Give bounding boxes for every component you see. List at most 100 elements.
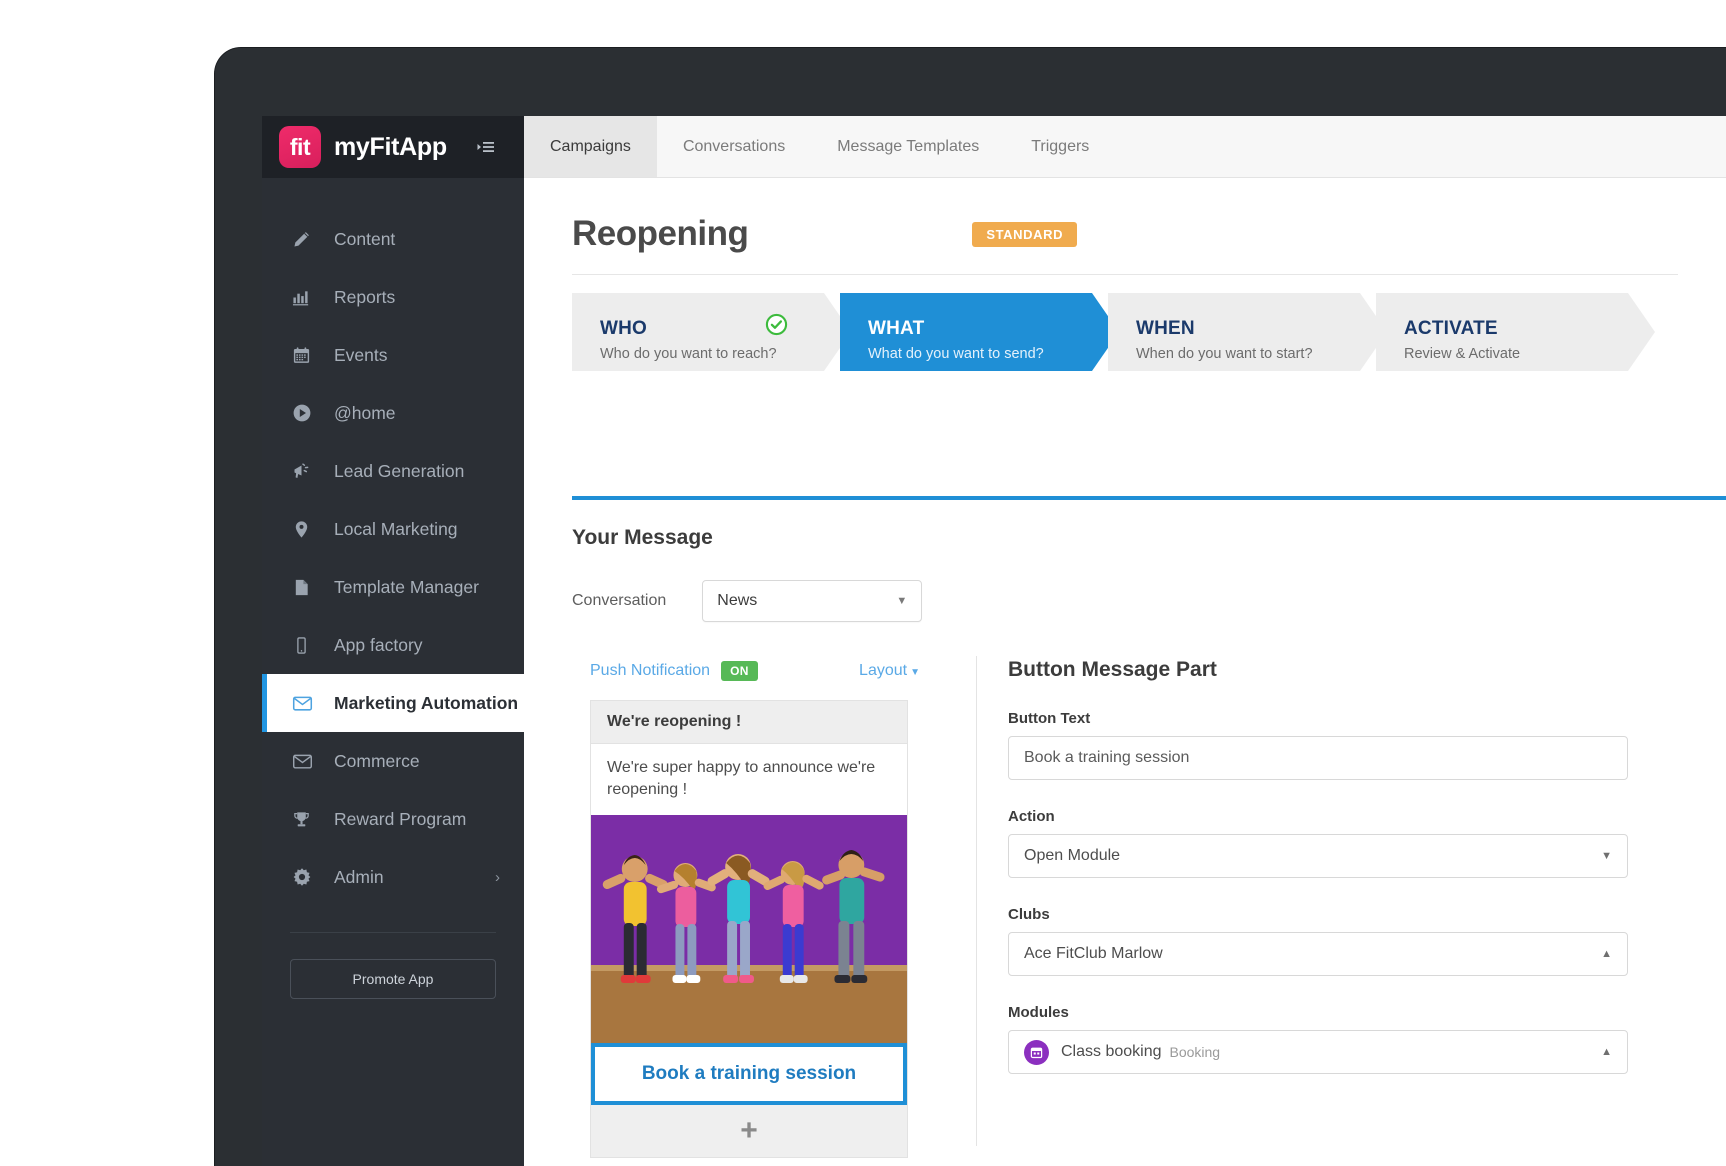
megaphone-icon xyxy=(292,461,320,481)
clubs-select[interactable]: Ace FitClub Marlow ▲ xyxy=(1008,932,1628,976)
field-value: Class booking xyxy=(1061,1043,1162,1060)
sidebar: fit myFitApp Content Reports Events @hom… xyxy=(262,116,524,1166)
sidebar-item-events[interactable]: Events xyxy=(262,326,524,384)
wizard-step-subtitle: Review & Activate xyxy=(1404,345,1521,362)
sidebar-item-label: Lead Generation xyxy=(334,460,465,481)
sidebar-nav: Content Reports Events @home Lead Genera… xyxy=(262,178,524,906)
sidebar-item-label: Commerce xyxy=(334,750,420,771)
sidebar-item-label: App factory xyxy=(334,634,423,655)
envelope-icon xyxy=(292,693,320,714)
action-select[interactable]: Open Module ▼ xyxy=(1008,834,1628,878)
wizard-step-title: WHEN xyxy=(1136,317,1195,339)
field-value: Ace FitClub Marlow xyxy=(1024,945,1163,962)
calendar-icon xyxy=(292,346,320,365)
chevron-up-icon: ▲ xyxy=(1601,948,1612,960)
preview-button-part[interactable]: Book a training session xyxy=(591,1043,907,1106)
field-label: Modules xyxy=(1008,1004,1069,1021)
app-logo: fit xyxy=(279,126,321,168)
wizard-step-subtitle: Who do you want to reach? xyxy=(600,345,777,362)
message-preview-column: Push Notification ON Layout ▼ We're reope… xyxy=(590,656,920,1159)
wizard-step-subtitle: What do you want to send? xyxy=(868,345,1044,362)
chevron-down-icon: ▼ xyxy=(1601,850,1612,862)
modules-select[interactable]: Class booking Booking ▲ xyxy=(1008,1030,1628,1074)
laptop-frame: fit myFitApp Content Reports Events @hom… xyxy=(215,48,1726,1166)
check-circle-icon xyxy=(765,313,788,336)
chevron-right-icon: › xyxy=(495,868,500,886)
wizard-step-subtitle: When do you want to start? xyxy=(1136,345,1313,362)
sidebar-divider xyxy=(290,932,496,933)
chevron-down-icon: ▼ xyxy=(910,667,920,678)
message-part-form: Button Message Part Button Text Book a t… xyxy=(1008,658,1628,1074)
play-circle-icon xyxy=(292,403,320,423)
wizard-progress-bar xyxy=(572,496,1726,500)
sidebar-item-app-factory[interactable]: App factory xyxy=(262,616,524,674)
field-label: Button Text xyxy=(1008,710,1091,727)
add-message-part-button[interactable]: + xyxy=(591,1105,907,1158)
status-badge: STANDARD xyxy=(972,221,1078,247)
laptop-bezel xyxy=(215,48,1726,110)
map-pin-icon xyxy=(292,520,320,539)
sidebar-item-lead-generation[interactable]: Lead Generation xyxy=(262,442,524,500)
envelope-icon xyxy=(292,751,320,772)
sidebar-item-content[interactable]: Content xyxy=(262,210,524,268)
preview-title: We're reopening ! xyxy=(591,701,907,744)
sidebar-item-label: Events xyxy=(334,344,388,365)
conversation-value: News xyxy=(717,592,758,609)
push-notification-label[interactable]: Push Notification xyxy=(590,662,710,680)
mobile-phone-icon xyxy=(292,636,320,655)
tab-triggers[interactable]: Triggers xyxy=(1005,116,1115,177)
field-clubs: Clubs Ace FitClub Marlow ▲ xyxy=(1008,906,1628,976)
sidebar-item-label: Local Marketing xyxy=(334,518,458,539)
conversation-label: Conversation xyxy=(572,592,667,609)
pencil-icon xyxy=(292,230,320,249)
field-label: Action xyxy=(1008,808,1055,825)
column-divider xyxy=(976,656,977,1146)
conversation-select[interactable]: News ▼ xyxy=(702,580,923,622)
message-preview-card: We're reopening ! We're super happy to a… xyxy=(590,700,908,1159)
page-title: Reopening xyxy=(572,214,749,253)
sidebar-item-label: Template Manager xyxy=(334,576,479,597)
gear-icon xyxy=(292,867,320,887)
sidebar-item-label: Content xyxy=(334,228,396,249)
layout-dropdown[interactable]: Layout ▼ xyxy=(859,662,920,680)
sidebar-item-label: Marketing Automation xyxy=(334,692,519,713)
sidebar-item-at-home[interactable]: @home xyxy=(262,384,524,442)
sidebar-item-local-marketing[interactable]: Local Marketing xyxy=(262,500,524,558)
tab-conversations[interactable]: Conversations xyxy=(657,116,811,177)
title-divider xyxy=(572,274,1678,275)
wizard-step-activate[interactable]: ACTIVATE Review & Activate xyxy=(1376,293,1655,371)
sidebar-item-template-manager[interactable]: Template Manager xyxy=(262,558,524,616)
calendar-booking-icon xyxy=(1024,1039,1049,1065)
wizard-step-what[interactable]: WHAT What do you want to send? xyxy=(840,293,1119,371)
form-title: Button Message Part xyxy=(1008,658,1217,681)
field-value-sub: Booking xyxy=(1169,1044,1221,1060)
brand-name: myFitApp xyxy=(334,132,447,161)
your-message-heading: Your Message xyxy=(572,526,713,549)
sidebar-item-marketing-automation[interactable]: Marketing Automation xyxy=(262,674,524,732)
page-header: Reopening STANDARD xyxy=(524,178,1726,254)
sidebar-item-label: @home xyxy=(334,402,396,423)
trophy-icon xyxy=(292,810,320,829)
field-modules: Modules Class booking Booking ▲ xyxy=(1008,1004,1628,1074)
field-action: Action Open Module ▼ xyxy=(1008,808,1628,878)
tab-bar: Campaigns Conversations Message Template… xyxy=(524,116,1726,178)
tab-message-templates[interactable]: Message Templates xyxy=(811,116,1005,177)
sidebar-item-reward-program[interactable]: Reward Program xyxy=(262,790,524,848)
wizard-step-who[interactable]: WHO Who do you want to reach? xyxy=(572,293,851,371)
sidebar-item-commerce[interactable]: Commerce xyxy=(262,732,524,790)
bar-chart-icon xyxy=(292,288,320,307)
collapse-menu-icon[interactable] xyxy=(477,140,495,154)
push-notification-row: Push Notification ON Layout ▼ xyxy=(590,656,920,686)
conversation-row: Conversation News ▼ xyxy=(572,580,923,622)
button-text-input[interactable]: Book a training session xyxy=(1008,736,1628,780)
wizard-step-title: WHO xyxy=(600,317,648,339)
tab-campaigns[interactable]: Campaigns xyxy=(524,116,657,177)
push-notification-toggle[interactable]: ON xyxy=(721,661,758,681)
field-button-text: Button Text Book a training session xyxy=(1008,710,1628,780)
wizard-step-when[interactable]: WHEN When do you want to start? xyxy=(1108,293,1387,371)
sidebar-item-label: Admin xyxy=(334,866,384,887)
sidebar-item-admin[interactable]: Admin › xyxy=(262,848,524,906)
promote-app-button[interactable]: Promote App xyxy=(290,959,496,999)
sidebar-item-reports[interactable]: Reports xyxy=(262,268,524,326)
field-label: Clubs xyxy=(1008,906,1050,923)
